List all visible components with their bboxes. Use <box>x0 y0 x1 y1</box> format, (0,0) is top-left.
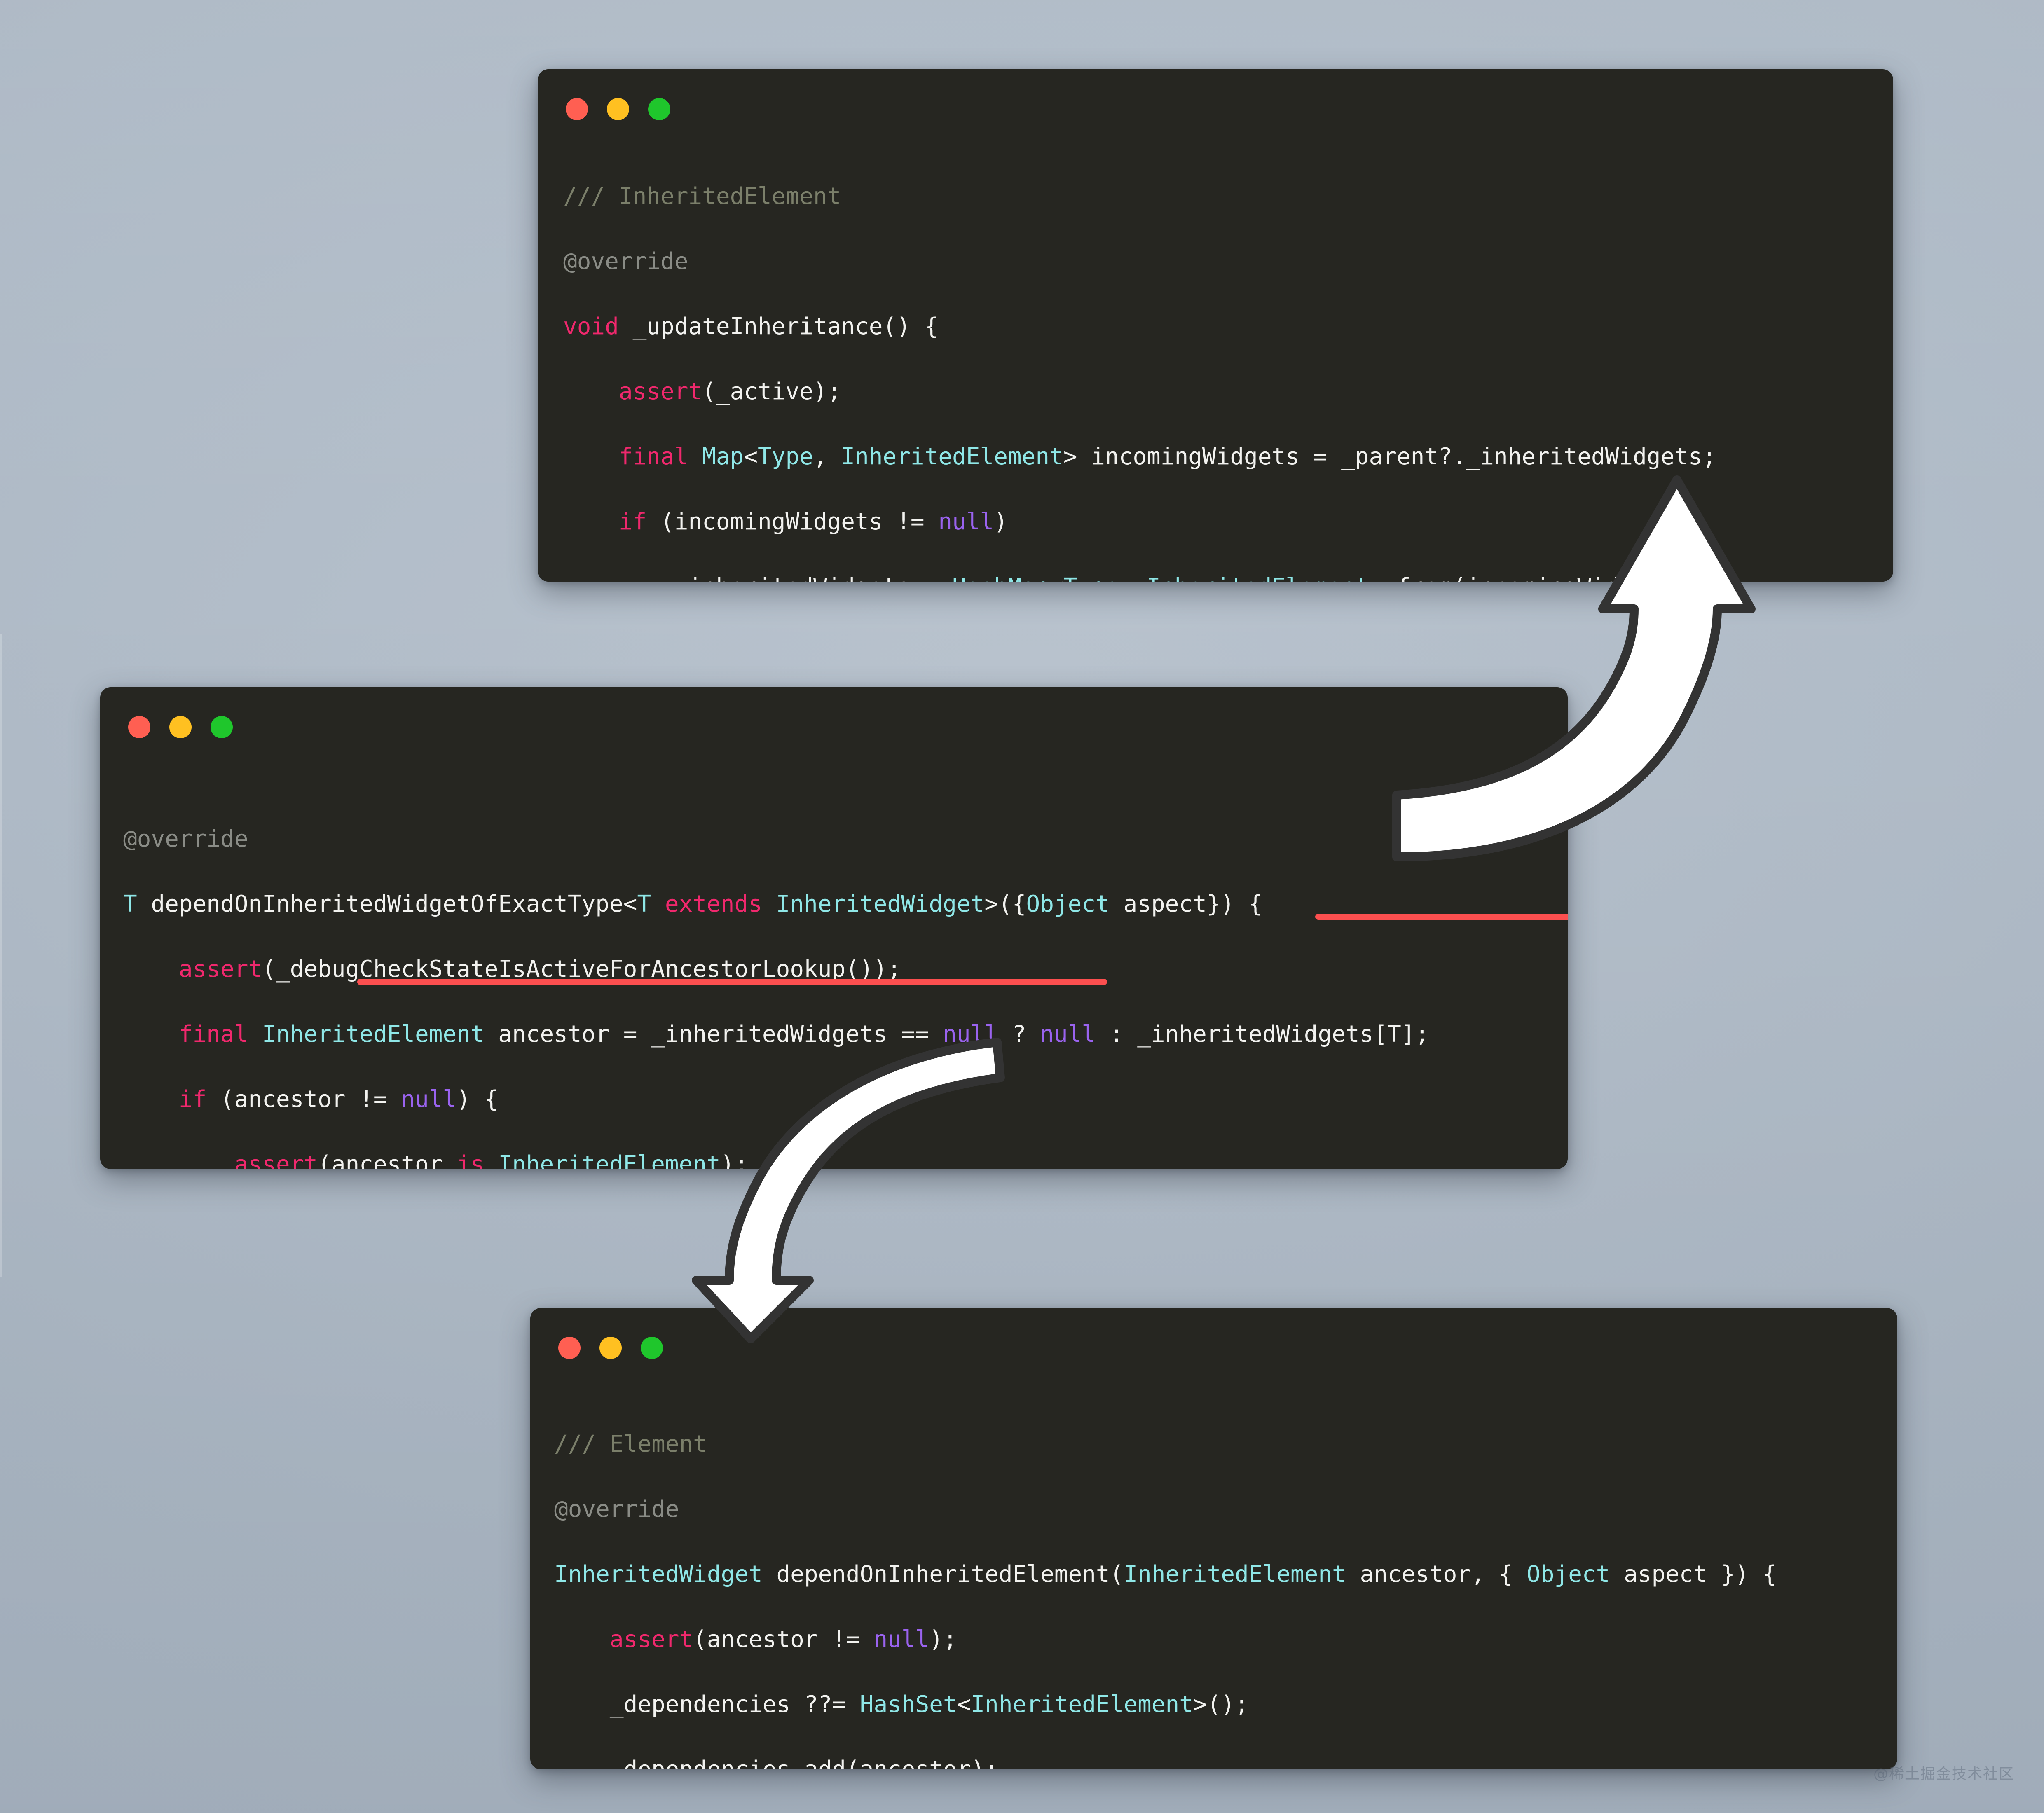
zoom-button[interactable] <box>211 716 233 738</box>
minimize-button[interactable] <box>169 716 192 738</box>
window-titlebar[interactable] <box>538 69 1893 139</box>
code-annotation: @override <box>123 826 248 852</box>
background-edge-highlight <box>0 634 2 1277</box>
close-button[interactable] <box>558 1337 581 1359</box>
close-button[interactable] <box>566 98 588 120</box>
code-content-inherited-element: /// InheritedElement @override void _upd… <box>563 147 1881 582</box>
code-line: /// Element <box>554 1428 1885 1460</box>
code-line: if (incomingWidgets != null) <box>618 508 1008 535</box>
code-comment: /// InheritedElement <box>563 183 841 210</box>
code-window-depend-on-inherited-widget[interactable]: @override T dependOnInheritedWidgetOfExa… <box>100 687 1568 1169</box>
code-line: _dependencies ??= HashSet<InheritedEleme… <box>554 1691 1249 1718</box>
zoom-button[interactable] <box>648 98 670 120</box>
window-titlebar[interactable] <box>530 1308 1897 1378</box>
code-line: @override <box>554 1493 1885 1525</box>
code-line: void _updateInheritance() { <box>563 313 939 340</box>
code-line: assert(_active); <box>618 378 841 405</box>
window-titlebar[interactable] <box>100 687 1568 757</box>
watermark: @稀土掘金技术社区 <box>1873 1766 2014 1783</box>
close-button[interactable] <box>128 716 150 738</box>
code-line: final InheritedElement ancestor = _inher… <box>178 1021 1429 1048</box>
zoom-button[interactable] <box>641 1337 663 1359</box>
underline-inherited-widgets-lookup <box>1315 914 1568 920</box>
code-window-element[interactable]: /// Element @override InheritedWidget de… <box>530 1308 1897 1769</box>
code-line: assert(ancestor != null); <box>609 1626 957 1653</box>
code-line: _dependencies.add(ancestor); <box>554 1753 1885 1769</box>
underline-depend-on-inherited-element <box>357 979 1107 985</box>
code-line: @override <box>563 245 1881 278</box>
code-line: @override <box>123 823 1555 855</box>
code-content-element: /// Element @override InheritedWidget de… <box>554 1395 1885 1769</box>
code-content-depend-on-inherited-widget: @override T dependOnInheritedWidgetOfExa… <box>123 790 1555 1169</box>
minimize-button[interactable] <box>607 98 629 120</box>
code-line: final Map<Type, InheritedElement> incomi… <box>618 443 1716 470</box>
code-line: assert(ancestor is InheritedElement); <box>234 1151 749 1169</box>
code-line: InheritedWidget dependOnInheritedElement… <box>554 1561 1777 1588</box>
code-annotation: @override <box>563 248 688 275</box>
code-window-inherited-element[interactable]: /// InheritedElement @override void _upd… <box>538 69 1893 582</box>
code-comment: /// Element <box>554 1431 707 1457</box>
code-annotation: @override <box>554 1496 679 1523</box>
code-line: if (ancestor != null) { <box>178 1086 499 1113</box>
code-line: /// InheritedElement <box>563 180 1881 213</box>
minimize-button[interactable] <box>599 1337 622 1359</box>
code-line: _inheritedWidgets = HashMap<Type, Inheri… <box>563 571 1881 582</box>
